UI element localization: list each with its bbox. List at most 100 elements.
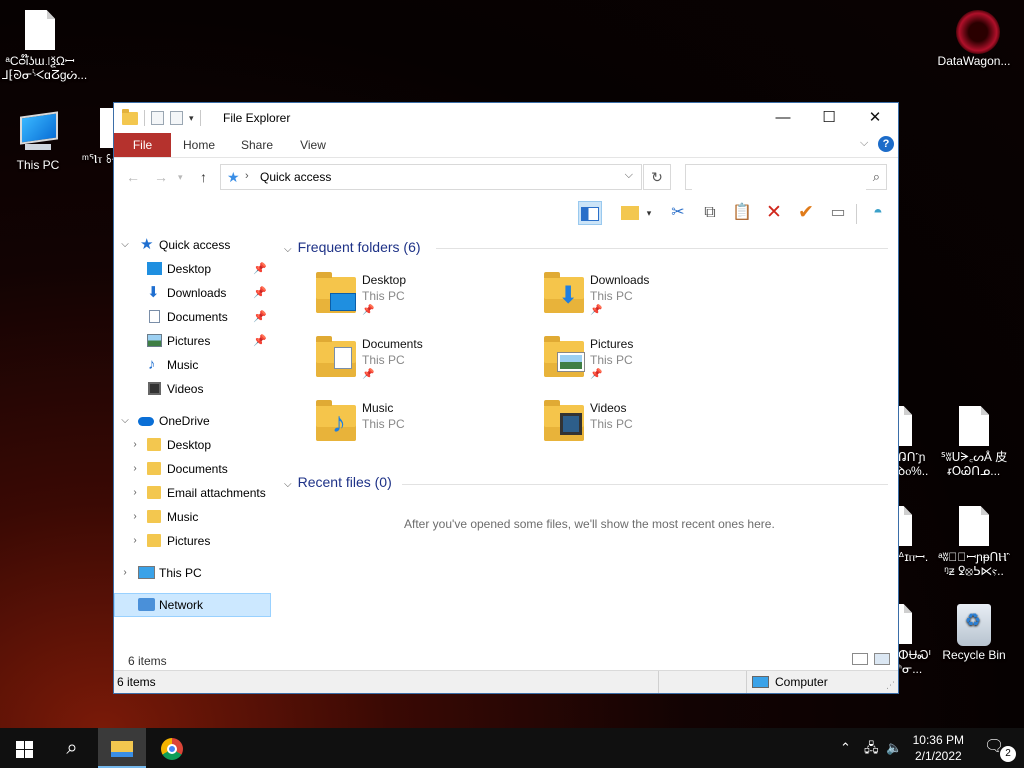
file-icon <box>100 108 114 150</box>
desktop-icon-file-4[interactable]: ᔆʬᑌᗒ꜀ᔕÅ 皮ᵲՕᏊᑎᓄ... <box>936 406 1012 478</box>
nav-label: Music <box>167 358 199 372</box>
details-view-icon[interactable] <box>852 653 868 665</box>
recycle-bin-icon <box>956 604 992 646</box>
nav-item-quick-access[interactable]: ⌵ ★ Quick access <box>114 233 271 257</box>
desktop-icon-datawagon[interactable]: DataWagon... <box>936 10 1012 68</box>
navigation-pane: ⌵ ★ Quick access Desktop 📌 ⬇ Downloads 📌… <box>114 231 274 631</box>
breadcrumb-separator[interactable]: › <box>245 170 249 182</box>
minimize-button[interactable]: — <box>760 103 806 133</box>
recent-locations-icon[interactable]: ▾ <box>178 172 183 183</box>
resize-grip-icon[interactable]: ⋰ <box>886 680 895 691</box>
chevron-down-icon[interactable]: ⌵ <box>284 244 292 255</box>
chevron-right-icon[interactable]: › <box>120 561 130 585</box>
search-input[interactable] <box>692 166 866 190</box>
nav-item-onedrive-pictures[interactable]: › Pictures <box>114 529 271 553</box>
chevron-down-icon[interactable]: ⌵ <box>625 169 633 182</box>
forward-arrow-icon[interactable]: → <box>154 169 168 185</box>
cut-icon[interactable]: ✂ <box>666 201 690 225</box>
nav-item-downloads[interactable]: ⬇ Downloads 📌 <box>114 281 271 305</box>
close-button[interactable]: ✕ <box>852 103 898 133</box>
folder-tile-videos[interactable]: Videos This PC <box>544 400 764 459</box>
large-icons-view-icon[interactable] <box>874 653 890 665</box>
up-arrow-icon[interactable]: ↑ <box>200 169 207 185</box>
chevron-down-icon[interactable]: ▾ <box>642 201 656 225</box>
chevron-down-icon[interactable]: ▾ <box>189 113 194 124</box>
help-icon[interactable]: ? <box>878 136 894 152</box>
desktop-icon-file-7[interactable]: ⵀɄᏍᑊ ᑋᓂ... <box>898 604 932 676</box>
properties-icon[interactable]: ▭ <box>826 201 850 225</box>
breadcrumb-quick-access[interactable]: Quick access <box>260 170 331 184</box>
chevron-right-icon[interactable]: › <box>130 433 140 457</box>
tab-view[interactable]: View <box>290 133 336 157</box>
chevron-down-icon[interactable]: ⌵ <box>120 233 130 257</box>
tile-name: Videos <box>590 401 627 415</box>
desktop-icon-file-3[interactable]: ᕡՈ⳿ɲ ꝺⲟ%.. <box>898 406 932 478</box>
nav-item-onedrive-email-attachments[interactable]: › Email attachments <box>114 481 271 505</box>
nav-item-videos[interactable]: Videos <box>114 377 271 401</box>
address-bar[interactable]: ★ › Quick access ⌵ <box>220 164 642 190</box>
taskbar-chrome[interactable] <box>148 728 196 768</box>
maximize-button[interactable]: ☐ <box>806 103 852 133</box>
tab-file[interactable]: File <box>114 133 171 157</box>
folder-tile-pictures[interactable]: Pictures This PC 📌 <box>544 336 764 395</box>
folder-tile-downloads[interactable]: ⬇ Downloads This PC 📌 <box>544 272 764 331</box>
title-bar[interactable]: ▾ File Explorer — ☐ ✕ <box>114 103 898 133</box>
nav-label: Quick access <box>159 238 231 252</box>
desktop-icon-file-6[interactable]: ᵃʬᑲ⃥ꟷɲᵽՈⲎ⳿ᵑᵶ ꝿ⦻ᕊ⋉ⲋ.. <box>936 506 1012 578</box>
taskbar-file-explorer[interactable] <box>98 728 146 768</box>
refresh-button[interactable]: ↻ <box>643 164 671 190</box>
desktop-icon-file-1[interactable]: ᵃCᴑi໊ʖɯ꜌ѯΩꟷ ⅃⁅ᘐᓂᔌɑⵒɡᔖ... <box>2 10 87 82</box>
chevron-right-icon[interactable]: › <box>130 481 140 505</box>
delete-icon[interactable]: ✕ <box>762 201 786 225</box>
nav-item-desktop[interactable]: Desktop 📌 <box>114 257 271 281</box>
new-folder-button[interactable] <box>618 201 642 225</box>
nav-item-onedrive-documents[interactable]: › Documents <box>114 457 271 481</box>
chevron-right-icon[interactable]: › <box>130 529 140 553</box>
start-button[interactable] <box>0 728 48 768</box>
chevron-right-icon[interactable]: › <box>130 505 140 529</box>
expand-ribbon-icon[interactable]: ⌵ <box>860 137 868 150</box>
chevron-right-icon[interactable]: › <box>130 457 140 481</box>
nav-item-this-pc[interactable]: › This PC <box>114 561 271 585</box>
nav-item-documents[interactable]: Documents 📌 <box>114 305 271 329</box>
new-folder-icon[interactable] <box>170 111 183 125</box>
paste-icon[interactable]: 📋 <box>730 201 754 225</box>
desktop-icon-file-2[interactable]: ᵐᕐⲒⲧ ꗏ⟺m <box>64 108 114 166</box>
chevron-down-icon[interactable]: ⌵ <box>120 409 130 433</box>
properties-icon[interactable] <box>151 111 164 125</box>
nav-label: Music <box>167 510 199 524</box>
notifications-button[interactable]: 🗨 2 <box>984 736 1016 762</box>
search-box[interactable]: ⌕ <box>685 164 887 190</box>
nav-item-onedrive-music[interactable]: › Music <box>114 505 271 529</box>
network-status-icon[interactable]: 🖧 <box>864 728 879 768</box>
copy-icon[interactable]: ⧉ <box>698 201 722 225</box>
folder-tile-desktop[interactable]: Desktop This PC 📌 <box>316 272 536 331</box>
folder-tile-documents[interactable]: Documents This PC 📌 <box>316 336 536 395</box>
volume-muted-icon[interactable]: 🔈 <box>886 728 902 768</box>
rename-checkmark-icon[interactable]: ✔ <box>794 201 818 225</box>
nav-label: Email attachments <box>167 486 266 500</box>
nav-item-pictures[interactable]: Pictures 📌 <box>114 329 271 353</box>
nav-item-onedrive-desktop[interactable]: › Desktop <box>114 433 271 457</box>
nav-item-onedrive[interactable]: ⌵ OneDrive <box>114 409 271 433</box>
nav-item-music[interactable]: ♪ Music <box>114 353 271 377</box>
tab-home[interactable]: Home <box>176 133 222 157</box>
nav-label: Videos <box>167 382 204 396</box>
tab-share[interactable]: Share <box>234 133 280 157</box>
pin-icon: 📌 <box>362 369 375 380</box>
frequent-folders-header[interactable]: ⌵ Frequent folders (6) <box>284 239 421 255</box>
back-arrow-icon[interactable]: ← <box>126 169 140 185</box>
nav-label: Desktop <box>167 262 212 276</box>
open-shell-icon[interactable]: ◓ <box>866 201 890 225</box>
desktop-icon-recycle-bin[interactable]: Recycle Bin <box>936 604 1012 662</box>
search-button[interactable]: ⌕ <box>48 728 96 768</box>
desktop-icon-file-5[interactable]: ᐞɪⲡꟷ. <box>898 506 932 578</box>
chevron-up-icon[interactable]: ⌃ <box>840 728 851 768</box>
folder-tile-music[interactable]: ♪ Music This PC <box>316 400 536 459</box>
nav-label: Desktop <box>167 438 212 452</box>
clock[interactable]: 10:36 PM 2/1/2022 <box>913 732 964 764</box>
preview-pane-button[interactable] <box>578 201 602 225</box>
chevron-down-icon[interactable]: ⌵ <box>284 479 292 490</box>
recent-files-header[interactable]: ⌵ Recent files (0) <box>284 474 392 490</box>
nav-item-network[interactable]: Network <box>114 593 271 617</box>
